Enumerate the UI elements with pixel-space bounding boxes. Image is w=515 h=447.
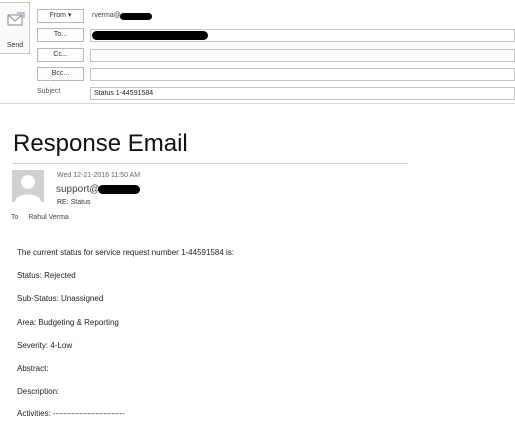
cc-field[interactable] <box>90 49 515 62</box>
from-address: rverma@ <box>92 12 121 19</box>
from-address-text: rverma@ <box>92 12 121 19</box>
body-line: Abstract: <box>17 364 49 373</box>
body-line: Status: Rejected <box>17 271 76 280</box>
email-subject: RE: Status <box>57 199 91 206</box>
to-label: To <box>11 214 19 221</box>
body-line: Activities: --------------------------- <box>17 409 125 418</box>
to-button[interactable]: To... <box>37 28 84 42</box>
subject-label: Subject <box>37 88 61 95</box>
body-line: Area: Budgeting & Reporting <box>17 318 119 327</box>
redaction-support <box>98 185 140 194</box>
send-label: Send <box>6 42 24 49</box>
email-from: support@ <box>56 184 100 195</box>
avatar <box>12 170 44 202</box>
body-line: Description: <box>17 387 60 396</box>
recipient-name: Rahul Verma <box>28 214 69 221</box>
divider <box>0 103 515 104</box>
person-silhouette-icon <box>12 170 44 202</box>
body-line: Severity: 4-Low <box>17 341 73 350</box>
from-button[interactable]: From ▾ <box>37 9 84 23</box>
page-title: Response Email <box>13 130 188 157</box>
body-line: Sub-Status: Unassigned <box>17 294 104 303</box>
bcc-button[interactable]: Bcc... <box>37 67 84 81</box>
send-button[interactable]: Send <box>0 2 30 54</box>
divider <box>12 163 408 164</box>
redaction-from <box>120 13 152 20</box>
email-recipient: To Rahul Verma <box>11 214 69 221</box>
envelope-send-icon <box>7 12 25 26</box>
body-line: The current status for service request n… <box>17 248 234 257</box>
subject-field[interactable]: Status 1-44591584 <box>90 87 515 100</box>
email-date: Wed 12-21-2016 11:50 AM <box>57 172 141 179</box>
bcc-field[interactable] <box>90 68 515 81</box>
redaction-to <box>92 31 208 40</box>
cc-button[interactable]: Cc... <box>37 48 84 62</box>
